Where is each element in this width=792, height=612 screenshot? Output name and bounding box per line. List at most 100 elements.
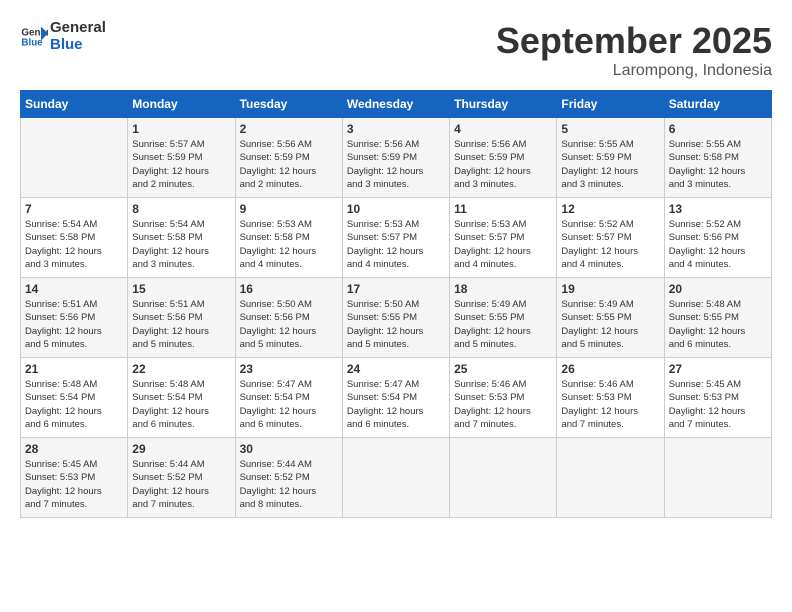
day-info: Sunrise: 5:51 AM Sunset: 5:56 PM Dayligh… xyxy=(25,298,123,351)
day-info: Sunrise: 5:46 AM Sunset: 5:53 PM Dayligh… xyxy=(454,378,552,431)
calendar-cell xyxy=(342,438,449,518)
calendar-cell: 6 Sunrise: 5:55 AM Sunset: 5:58 PM Daylig… xyxy=(664,118,771,198)
calendar-cell: 14 Sunrise: 5:51 AM Sunset: 5:56 PM Dayli… xyxy=(21,278,128,358)
calendar-cell xyxy=(450,438,557,518)
calendar-cell: 12 Sunrise: 5:52 AM Sunset: 5:57 PM Dayli… xyxy=(557,198,664,278)
day-info: Sunrise: 5:54 AM Sunset: 5:58 PM Dayligh… xyxy=(25,218,123,271)
calendar-cell: 24 Sunrise: 5:47 AM Sunset: 5:54 PM Dayli… xyxy=(342,358,449,438)
logo: General Blue General Blue xyxy=(20,20,106,53)
column-header-tuesday: Tuesday xyxy=(235,91,342,118)
day-info: Sunrise: 5:57 AM Sunset: 5:59 PM Dayligh… xyxy=(132,138,230,191)
day-number: 28 xyxy=(25,442,123,456)
calendar-cell: 28 Sunrise: 5:45 AM Sunset: 5:53 PM Dayli… xyxy=(21,438,128,518)
day-info: Sunrise: 5:56 AM Sunset: 5:59 PM Dayligh… xyxy=(454,138,552,191)
calendar-cell: 19 Sunrise: 5:49 AM Sunset: 5:55 PM Dayli… xyxy=(557,278,664,358)
logo-blue: Blue xyxy=(50,37,106,54)
day-info: Sunrise: 5:53 AM Sunset: 5:57 PM Dayligh… xyxy=(347,218,445,271)
day-number: 15 xyxy=(132,282,230,296)
header: General Blue General Blue September 2025… xyxy=(20,20,772,80)
day-info: Sunrise: 5:52 AM Sunset: 5:56 PM Dayligh… xyxy=(669,218,767,271)
day-number: 30 xyxy=(240,442,338,456)
calendar-cell: 29 Sunrise: 5:44 AM Sunset: 5:52 PM Dayli… xyxy=(128,438,235,518)
day-info: Sunrise: 5:53 AM Sunset: 5:58 PM Dayligh… xyxy=(240,218,338,271)
day-info: Sunrise: 5:49 AM Sunset: 5:55 PM Dayligh… xyxy=(454,298,552,351)
day-info: Sunrise: 5:48 AM Sunset: 5:54 PM Dayligh… xyxy=(132,378,230,431)
day-number: 27 xyxy=(669,362,767,376)
calendar-cell: 27 Sunrise: 5:45 AM Sunset: 5:53 PM Dayli… xyxy=(664,358,771,438)
day-info: Sunrise: 5:55 AM Sunset: 5:59 PM Dayligh… xyxy=(561,138,659,191)
calendar-cell xyxy=(21,118,128,198)
day-info: Sunrise: 5:45 AM Sunset: 5:53 PM Dayligh… xyxy=(669,378,767,431)
calendar-cell: 17Sunrise: 5:50 AM Sunset: 5:55 PM Dayli… xyxy=(342,278,449,358)
day-number: 14 xyxy=(25,282,123,296)
calendar-cell xyxy=(664,438,771,518)
day-number: 3 xyxy=(347,122,445,136)
day-number: 9 xyxy=(240,202,338,216)
calendar-cell: 15 Sunrise: 5:51 AM Sunset: 5:56 PM Dayli… xyxy=(128,278,235,358)
calendar-cell: 25 Sunrise: 5:46 AM Sunset: 5:53 PM Dayli… xyxy=(450,358,557,438)
day-info: Sunrise: 5:55 AM Sunset: 5:58 PM Dayligh… xyxy=(669,138,767,191)
day-number: 24 xyxy=(347,362,445,376)
day-info: Sunrise: 5:50 AM Sunset: 5:56 PM Dayligh… xyxy=(240,298,338,351)
calendar-week-row: 14 Sunrise: 5:51 AM Sunset: 5:56 PM Dayli… xyxy=(21,278,772,358)
column-header-thursday: Thursday xyxy=(450,91,557,118)
calendar-cell: 11 Sunrise: 5:53 AM Sunset: 5:57 PM Dayli… xyxy=(450,198,557,278)
day-info: Sunrise: 5:47 AM Sunset: 5:54 PM Dayligh… xyxy=(347,378,445,431)
calendar-header-row: SundayMondayTuesdayWednesdayThursdayFrid… xyxy=(21,91,772,118)
day-info: Sunrise: 5:52 AM Sunset: 5:57 PM Dayligh… xyxy=(561,218,659,271)
day-number: 29 xyxy=(132,442,230,456)
calendar-cell: 3 Sunrise: 5:56 AM Sunset: 5:59 PM Daylig… xyxy=(342,118,449,198)
day-number: 6 xyxy=(669,122,767,136)
day-number: 20 xyxy=(669,282,767,296)
calendar-cell: 20 Sunrise: 5:48 AM Sunset: 5:55 PM Dayli… xyxy=(664,278,771,358)
calendar-cell: 1Sunrise: 5:57 AM Sunset: 5:59 PM Daylig… xyxy=(128,118,235,198)
title-area: September 2025 Larompong, Indonesia xyxy=(496,20,772,80)
day-info: Sunrise: 5:46 AM Sunset: 5:53 PM Dayligh… xyxy=(561,378,659,431)
day-info: Sunrise: 5:48 AM Sunset: 5:54 PM Dayligh… xyxy=(25,378,123,431)
day-info: Sunrise: 5:50 AM Sunset: 5:55 PM Dayligh… xyxy=(347,298,445,351)
day-info: Sunrise: 5:54 AM Sunset: 5:58 PM Dayligh… xyxy=(132,218,230,271)
day-number: 11 xyxy=(454,202,552,216)
calendar-week-row: 7Sunrise: 5:54 AM Sunset: 5:58 PM Daylig… xyxy=(21,198,772,278)
calendar-cell: 2 Sunrise: 5:56 AM Sunset: 5:59 PM Daylig… xyxy=(235,118,342,198)
day-number: 10 xyxy=(347,202,445,216)
calendar-cell: 4 Sunrise: 5:56 AM Sunset: 5:59 PM Daylig… xyxy=(450,118,557,198)
day-number: 21 xyxy=(25,362,123,376)
day-number: 23 xyxy=(240,362,338,376)
calendar-cell: 30Sunrise: 5:44 AM Sunset: 5:52 PM Dayli… xyxy=(235,438,342,518)
day-number: 2 xyxy=(240,122,338,136)
day-number: 25 xyxy=(454,362,552,376)
day-info: Sunrise: 5:45 AM Sunset: 5:53 PM Dayligh… xyxy=(25,458,123,511)
logo-general: General xyxy=(50,20,106,37)
day-info: Sunrise: 5:56 AM Sunset: 5:59 PM Dayligh… xyxy=(240,138,338,191)
day-info: Sunrise: 5:48 AM Sunset: 5:55 PM Dayligh… xyxy=(669,298,767,351)
month-year-title: September 2025 xyxy=(496,20,772,62)
calendar-cell: 26 Sunrise: 5:46 AM Sunset: 5:53 PM Dayli… xyxy=(557,358,664,438)
day-info: Sunrise: 5:49 AM Sunset: 5:55 PM Dayligh… xyxy=(561,298,659,351)
calendar-cell: 10 Sunrise: 5:53 AM Sunset: 5:57 PM Dayli… xyxy=(342,198,449,278)
logo-icon: General Blue xyxy=(20,23,48,51)
day-info: Sunrise: 5:44 AM Sunset: 5:52 PM Dayligh… xyxy=(132,458,230,511)
column-header-friday: Friday xyxy=(557,91,664,118)
day-number: 26 xyxy=(561,362,659,376)
day-info: Sunrise: 5:47 AM Sunset: 5:54 PM Dayligh… xyxy=(240,378,338,431)
day-info: Sunrise: 5:51 AM Sunset: 5:56 PM Dayligh… xyxy=(132,298,230,351)
day-info: Sunrise: 5:53 AM Sunset: 5:57 PM Dayligh… xyxy=(454,218,552,271)
calendar-cell: 13 Sunrise: 5:52 AM Sunset: 5:56 PM Dayli… xyxy=(664,198,771,278)
day-number: 19 xyxy=(561,282,659,296)
column-header-saturday: Saturday xyxy=(664,91,771,118)
day-number: 13 xyxy=(669,202,767,216)
column-header-wednesday: Wednesday xyxy=(342,91,449,118)
day-number: 18 xyxy=(454,282,552,296)
calendar-cell: 21 Sunrise: 5:48 AM Sunset: 5:54 PM Dayli… xyxy=(21,358,128,438)
calendar-week-row: 28 Sunrise: 5:45 AM Sunset: 5:53 PM Dayli… xyxy=(21,438,772,518)
svg-text:Blue: Blue xyxy=(21,37,43,48)
day-number: 5 xyxy=(561,122,659,136)
day-number: 12 xyxy=(561,202,659,216)
calendar-cell: 18 Sunrise: 5:49 AM Sunset: 5:55 PM Dayli… xyxy=(450,278,557,358)
location-subtitle: Larompong, Indonesia xyxy=(496,62,772,80)
calendar-cell: 16Sunrise: 5:50 AM Sunset: 5:56 PM Dayli… xyxy=(235,278,342,358)
day-number: 4 xyxy=(454,122,552,136)
column-header-sunday: Sunday xyxy=(21,91,128,118)
day-info: Sunrise: 5:56 AM Sunset: 5:59 PM Dayligh… xyxy=(347,138,445,191)
